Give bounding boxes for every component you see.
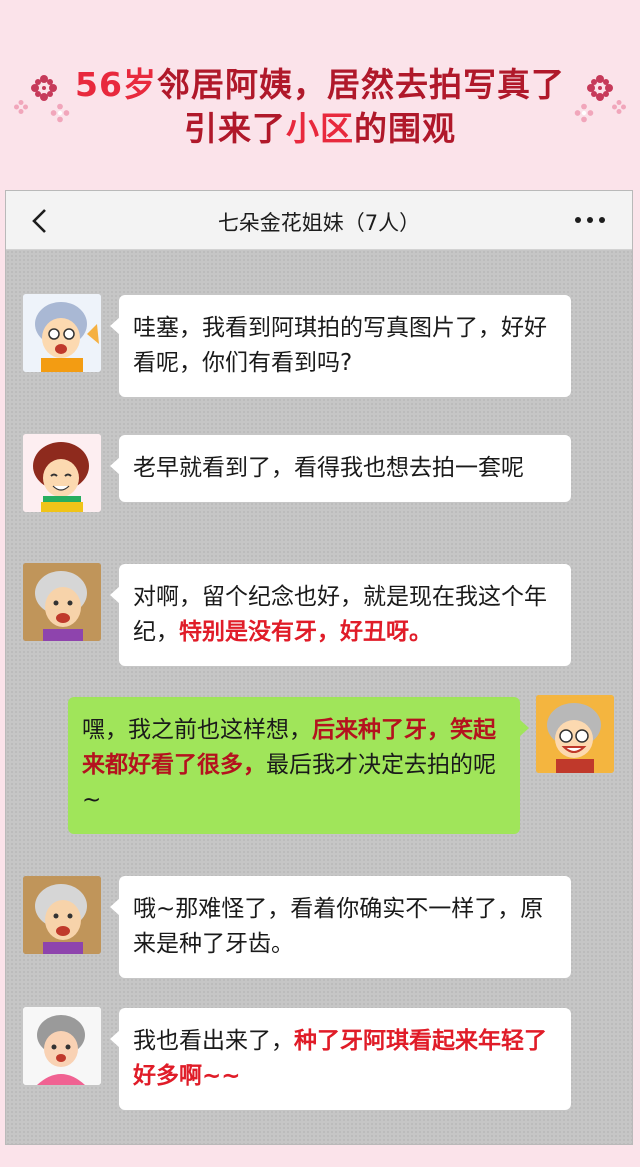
banner: 56岁邻居阿姨，居然去拍写真了 引来了小区的围观 (0, 0, 640, 190)
grandma-avatar-icon (23, 434, 101, 512)
more-dots-icon[interactable] (574, 215, 606, 225)
avatar[interactable] (23, 294, 101, 372)
avatar[interactable] (23, 1007, 101, 1085)
grandma-avatar-icon (23, 1007, 101, 1085)
message-text: 嘿，我之前也这样想， (82, 717, 312, 743)
banner-title-line-1: 56岁邻居阿姨，居然去拍写真了 (0, 58, 640, 106)
chat-title: 七朵金花姐妹（7人） (217, 211, 421, 235)
grandma-avatar-icon (23, 294, 101, 372)
avatar[interactable] (23, 434, 101, 512)
message-text: 老早就看到了，看得我也想去拍一套呢 (133, 455, 524, 481)
avatar[interactable] (23, 876, 101, 954)
message-text: 哇塞，我看到阿琪拍的写真图片了，好好看呢，你们有看到吗? (133, 315, 547, 376)
banner-line-1-text: 邻居阿姨，居然去拍写真了 (156, 65, 565, 104)
grandma-avatar-icon (23, 563, 101, 641)
avatar[interactable] (23, 563, 101, 641)
banner-line-2-b: 小区 (286, 109, 354, 148)
avatar-self[interactable] (536, 695, 614, 773)
message-bubble[interactable]: 哇塞，我看到阿琪拍的写真图片了，好好看呢，你们有看到吗? (110, 295, 571, 397)
message-bubble-self[interactable]: 嘿，我之前也这样想，后来种了牙，笑起来都好看了很多，最后我才决定去拍的呢~ (68, 697, 529, 834)
message-highlight: 特别是没有牙，好丑呀。 (179, 619, 432, 645)
banner-title-line-2: 引来了小区的围观 (0, 102, 640, 150)
chat-header: 七朵金花姐妹（7人） (6, 191, 632, 250)
message-bubble[interactable]: 哦~那难怪了，看着你确实不一样了，原来是种了牙齿。 (110, 876, 571, 978)
grandma-avatar-icon (23, 876, 101, 954)
message-bubble[interactable]: 对啊，留个纪念也好，就是现在我这个年纪，特别是没有牙，好丑呀。 (110, 564, 571, 666)
banner-age: 56岁 (75, 65, 157, 104)
grandma-avatar-icon (536, 695, 614, 773)
banner-line-2-c: 的围观 (354, 109, 456, 148)
banner-line-2-a: 引来了 (184, 109, 286, 148)
message-bubble[interactable]: 我也看出来了，种了牙阿琪看起来年轻了好多啊~~ (110, 1008, 571, 1110)
bottom-strip (0, 1145, 640, 1167)
message-bubble[interactable]: 老早就看到了，看得我也想去拍一套呢 (110, 435, 571, 502)
message-text: 哦~那难怪了，看着你确实不一样了，原来是种了牙齿。 (133, 896, 544, 957)
message-text: 我也看出来了， (133, 1028, 294, 1054)
chat-window: 七朵金花姐妹（7人） 哇塞，我看到阿琪拍的写真图片了，好好看呢，你们有看到吗? (5, 190, 633, 1145)
chat-message-area[interactable]: 哇塞，我看到阿琪拍的写真图片了，好好看呢，你们有看到吗? 老早就看到了，看得我也… (6, 250, 632, 1144)
